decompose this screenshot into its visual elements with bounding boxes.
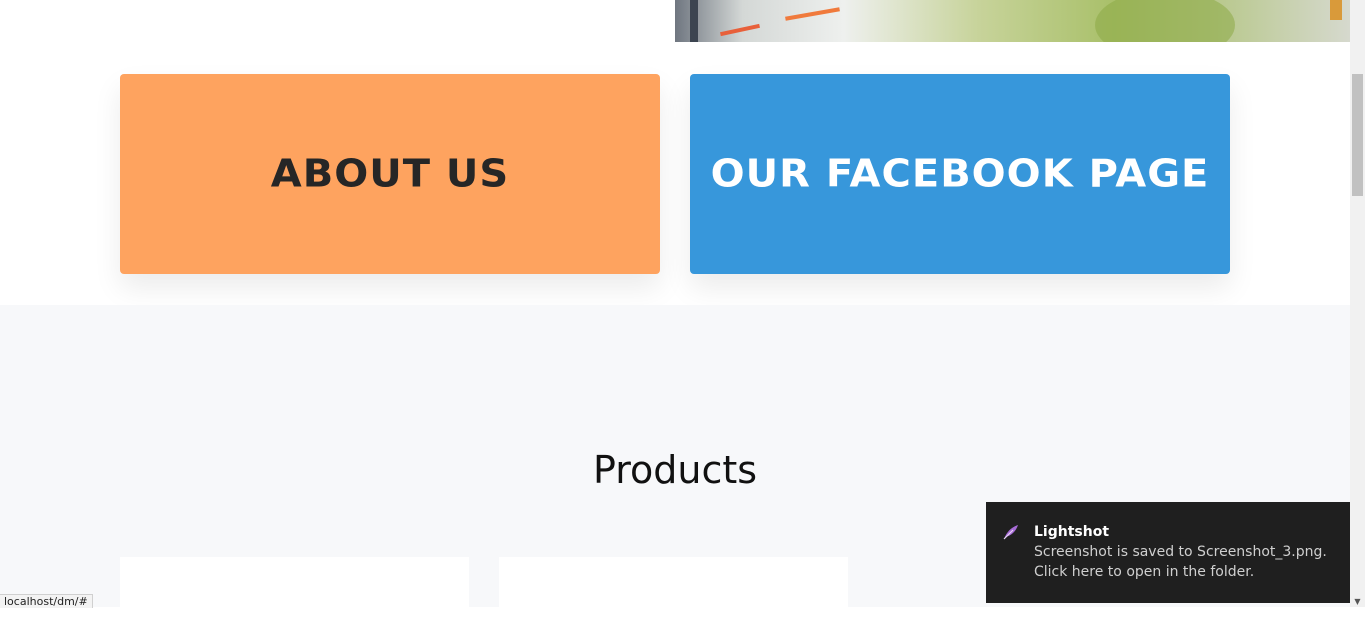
notification-message: Screenshot is saved to Screenshot_3.png. [1034,544,1327,560]
product-card[interactable] [499,557,848,617]
notification-hint: Click here to open in the folder. [1034,564,1255,580]
scrollbar-thumb[interactable] [1352,74,1363,196]
product-card[interactable] [120,557,469,617]
about-us-tile[interactable]: ABOUT US [120,74,660,274]
facebook-page-label: OUR FACEBOOK PAGE [710,152,1210,196]
products-heading: Products [592,448,758,492]
about-us-label: ABOUT US [270,152,510,196]
lightshot-notification[interactable]: Lightshot Screenshot is saved to Screens… [986,502,1350,603]
status-bar-url: localhost/dm/# [0,594,93,608]
scroll-down-arrow-icon[interactable]: ▼ [1350,597,1365,607]
facebook-page-tile[interactable]: OUR FACEBOOK PAGE [690,74,1230,274]
notification-title: Lightshot [1034,524,1110,540]
feather-icon [1003,525,1018,540]
hero-image [675,0,1350,42]
